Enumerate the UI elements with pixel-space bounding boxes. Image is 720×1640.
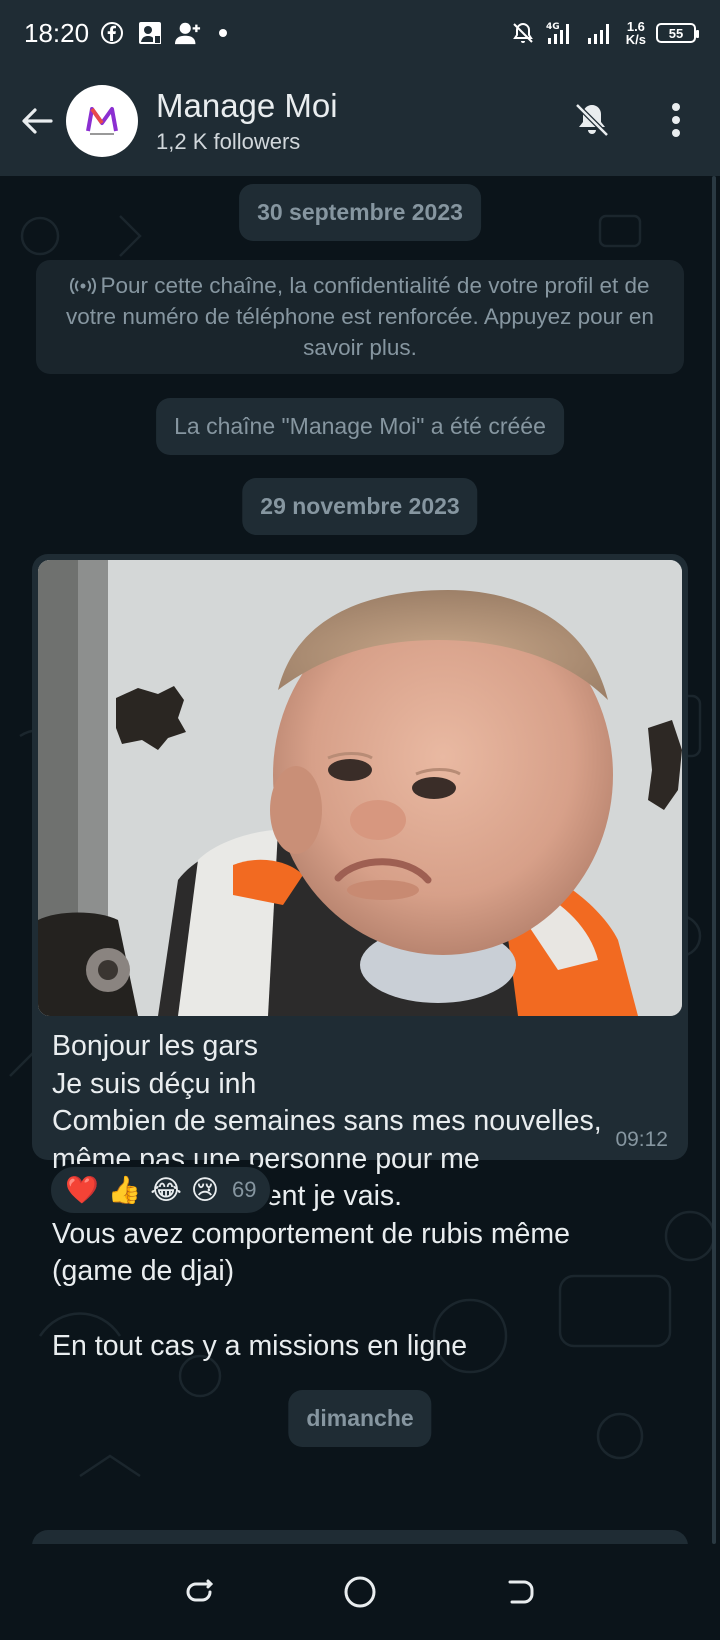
status-bar: 18:20 4G 1.6 K/s 55 xyxy=(0,0,720,66)
network-label: 4G xyxy=(546,22,560,32)
more-options-button[interactable] xyxy=(652,94,700,146)
broadcast-icon xyxy=(70,277,97,295)
baby-photo xyxy=(38,560,682,1016)
bell-off-icon xyxy=(575,103,609,137)
contact-card-icon xyxy=(137,20,163,46)
date-separator: 30 septembre 2023 xyxy=(239,184,481,241)
system-status: 4G 1.6 K/s 55 xyxy=(510,20,699,46)
signal-icon xyxy=(586,20,616,46)
message-photo[interactable] xyxy=(38,560,682,1016)
manage-moi-logo xyxy=(86,107,118,135)
facebook-icon xyxy=(99,20,125,46)
channel-name: Manage Moi xyxy=(156,87,338,124)
channel-message[interactable]: Bonjour les gars Je suis déçu inh Combie… xyxy=(32,554,688,1362)
channel-header: Manage Moi 1,2 K followers xyxy=(0,66,720,176)
privacy-notice-text: Pour cette chaîne, la confidentialité de… xyxy=(66,273,654,360)
network-speed-unit: K/s xyxy=(625,32,646,47)
bell-off-status-icon xyxy=(510,20,536,46)
message-list[interactable]: 30 septembre 2023 Pour cette chaîne, la … xyxy=(0,176,720,1544)
back-nav-icon xyxy=(508,1580,534,1604)
back-arrow-icon xyxy=(22,108,53,134)
date-separator-2: 29 novembre 2023 xyxy=(242,478,478,535)
signal-4g-icon: 4G xyxy=(546,20,576,46)
next-message-partial[interactable] xyxy=(32,1530,688,1544)
recent-apps-icon xyxy=(186,1579,214,1602)
back-nav-button[interactable] xyxy=(490,1562,550,1622)
add-person-icon xyxy=(175,20,201,46)
battery-icon: 55 xyxy=(656,23,699,43)
reaction-thumbs-up: 👍 xyxy=(107,1175,142,1205)
reactions-bar[interactable]: ❤️ 👍 😂 😢 69 xyxy=(48,1164,274,1216)
back-button[interactable] xyxy=(12,96,62,146)
mute-button[interactable] xyxy=(566,94,618,146)
notification-icons xyxy=(99,20,228,46)
message-time: 09:12 xyxy=(615,1128,668,1151)
channel-avatar[interactable] xyxy=(66,85,138,157)
home-button[interactable] xyxy=(330,1562,390,1622)
network-speed: 1.6 K/s xyxy=(626,20,646,46)
more-notifications-dot xyxy=(219,29,228,37)
followers-count: 1,2 K followers xyxy=(156,129,301,154)
recent-apps-button[interactable] xyxy=(170,1562,230,1622)
privacy-notice[interactable]: Pour cette chaîne, la confidentialité de… xyxy=(36,260,684,374)
status-time: 18:20 xyxy=(24,17,90,48)
channel-created-notice: La chaîne "Manage Moi" a été créée xyxy=(156,398,564,455)
system-nav-bar xyxy=(0,1544,720,1640)
more-vertical-icon xyxy=(672,103,680,137)
reaction-laughing: 😂 xyxy=(150,1174,182,1205)
reaction-heart: ❤️ xyxy=(65,1175,99,1205)
battery-level: 55 xyxy=(668,25,684,41)
reaction-sad: 😢 xyxy=(190,1174,219,1205)
scrollbar[interactable] xyxy=(712,176,716,1544)
date-separator-3: dimanche xyxy=(288,1390,432,1447)
channel-info[interactable]: Manage Moi 1,2 K followers xyxy=(156,87,338,155)
reaction-count: 69 xyxy=(231,1177,257,1202)
home-circle-icon xyxy=(344,1576,376,1608)
